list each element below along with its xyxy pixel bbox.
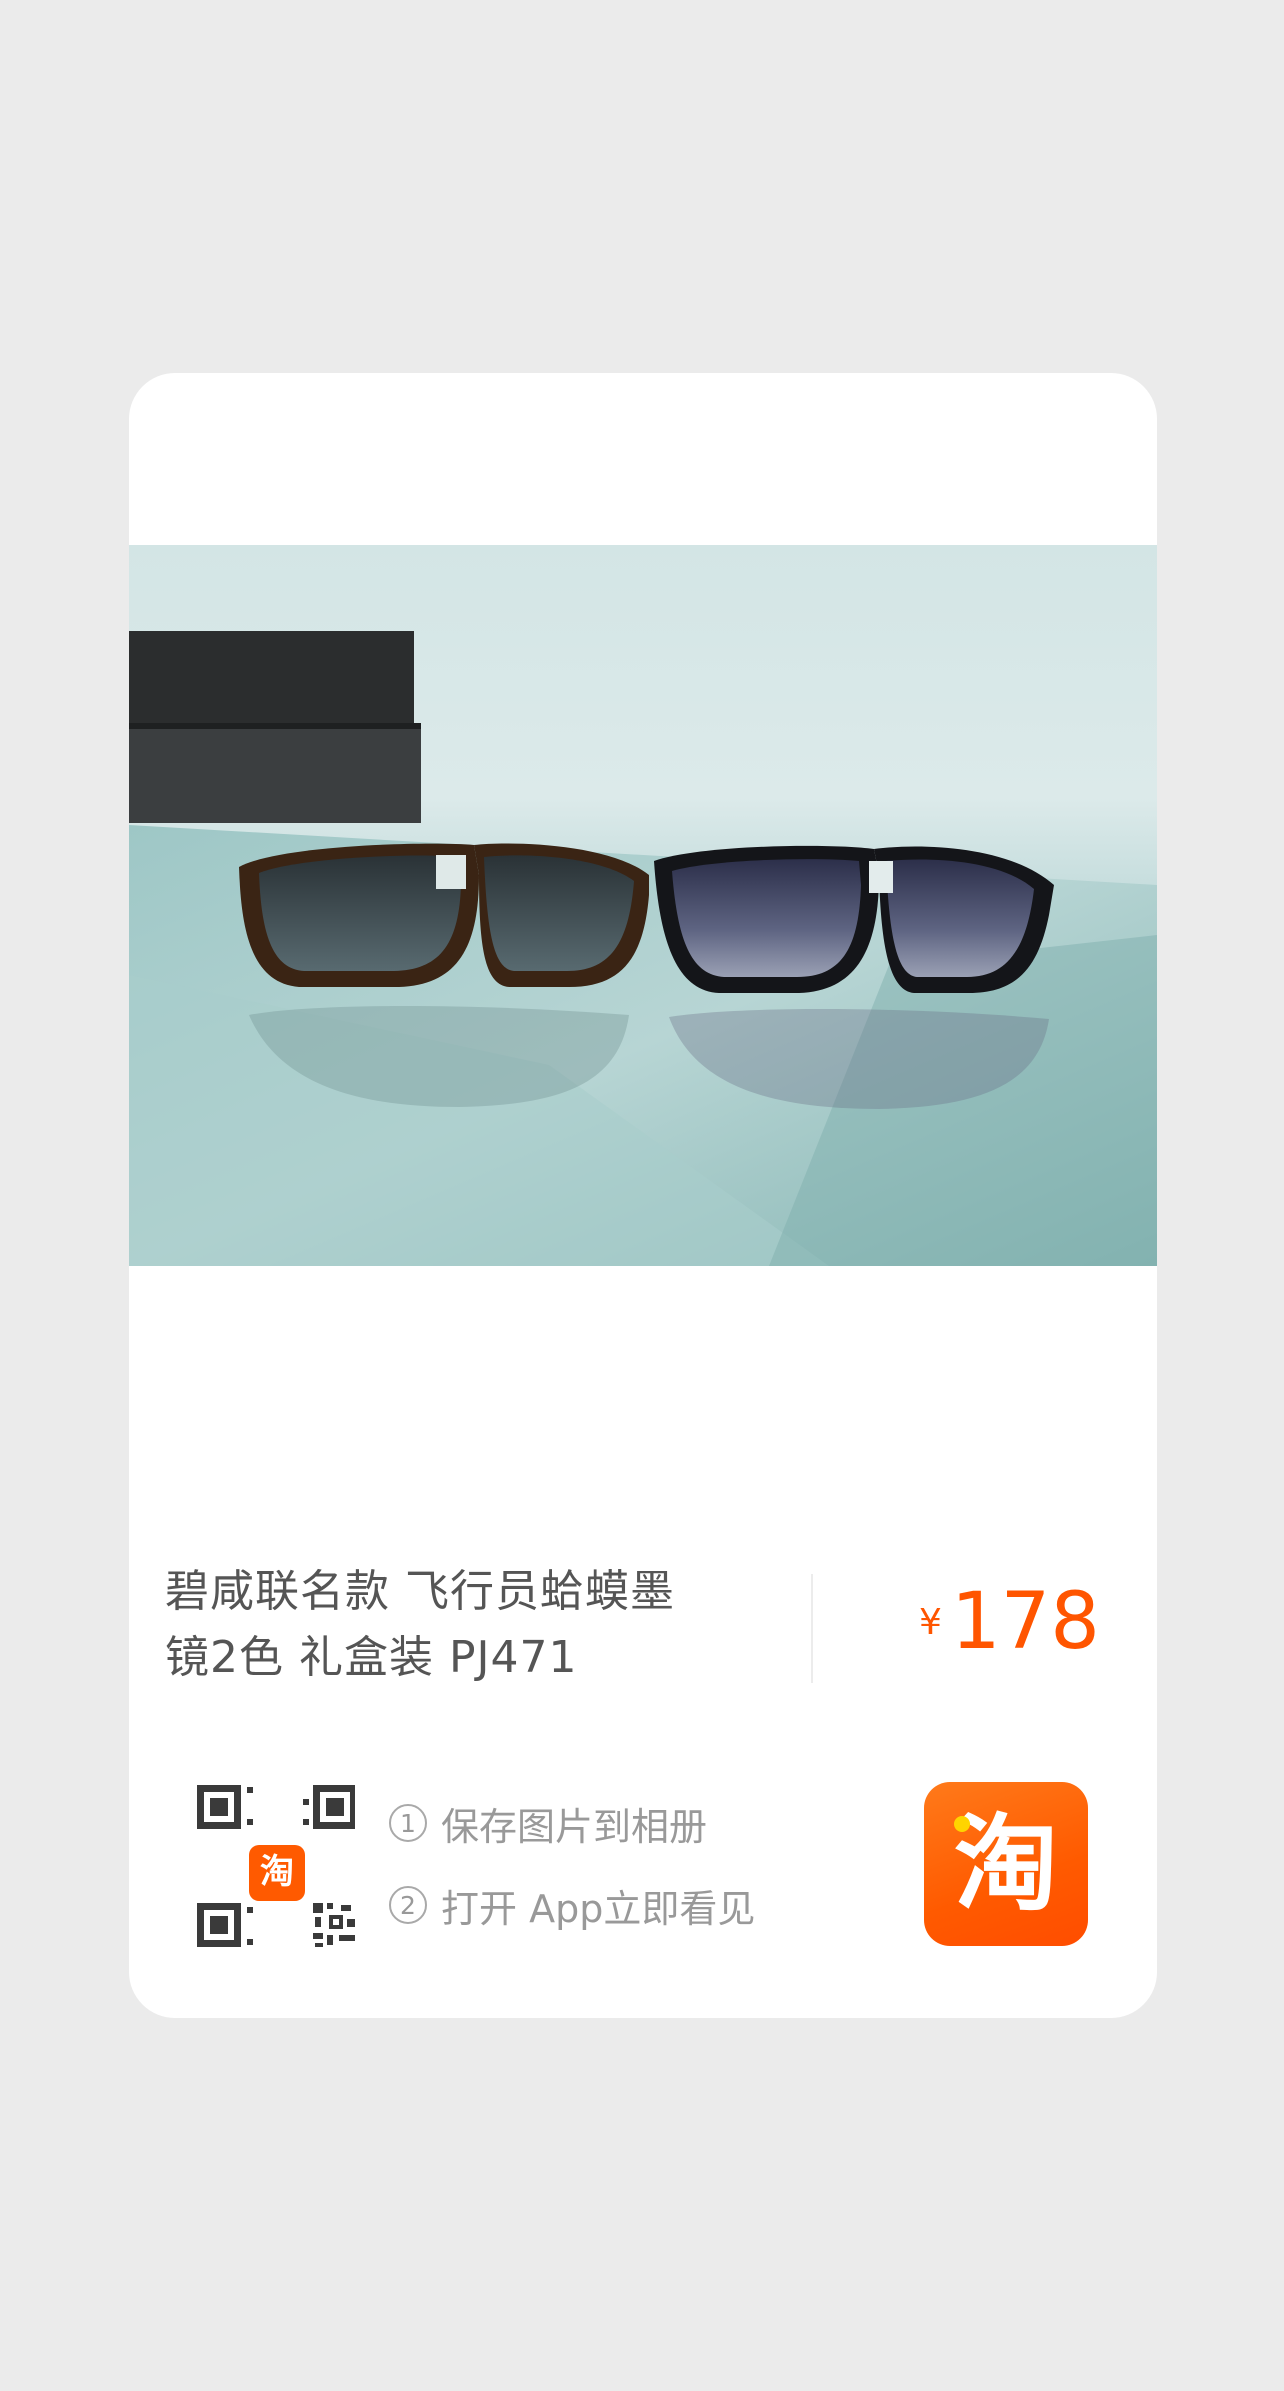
logo-dot [954, 1816, 970, 1832]
instruction-step-1: 1 保存图片到相册 [389, 1791, 755, 1855]
qr-code[interactable]: 淘 [195, 1779, 355, 1949]
share-card: 碧咸联名款 飞行员蛤蟆墨 镜2色 礼盒装 PJ471 ¥ 178 淘 1 保存图… [129, 373, 1157, 2018]
share-instructions: 1 保存图片到相册 2 打开 App立即看见 [389, 1791, 755, 1955]
step-2-number: 2 [389, 1886, 427, 1924]
taobao-logo-glyph: 淘 [953, 1803, 1058, 1925]
product-price: ¥ 178 [919, 1583, 1100, 1661]
product-image[interactable] [129, 545, 1157, 1266]
product-title: 碧咸联名款 飞行员蛤蟆墨 镜2色 礼盒装 PJ471 [165, 1559, 785, 1691]
instruction-step-2: 2 打开 App立即看见 [389, 1873, 755, 1937]
step-1-number: 1 [389, 1804, 427, 1842]
taobao-app-icon[interactable]: 淘 [924, 1782, 1088, 1946]
price-currency: ¥ [919, 1602, 942, 1643]
qr-badge-glyph: 淘 [260, 1852, 294, 1892]
step-2-text: 打开 App立即看见 [441, 1886, 756, 1931]
title-price-divider [811, 1574, 813, 1683]
product-title-line-2: 镜2色 礼盒装 PJ471 [165, 1632, 578, 1683]
product-title-line-1: 碧咸联名款 飞行员蛤蟆墨 [165, 1566, 675, 1617]
step-1-text: 保存图片到相册 [441, 1804, 708, 1849]
price-amount: 178 [951, 1577, 1100, 1667]
